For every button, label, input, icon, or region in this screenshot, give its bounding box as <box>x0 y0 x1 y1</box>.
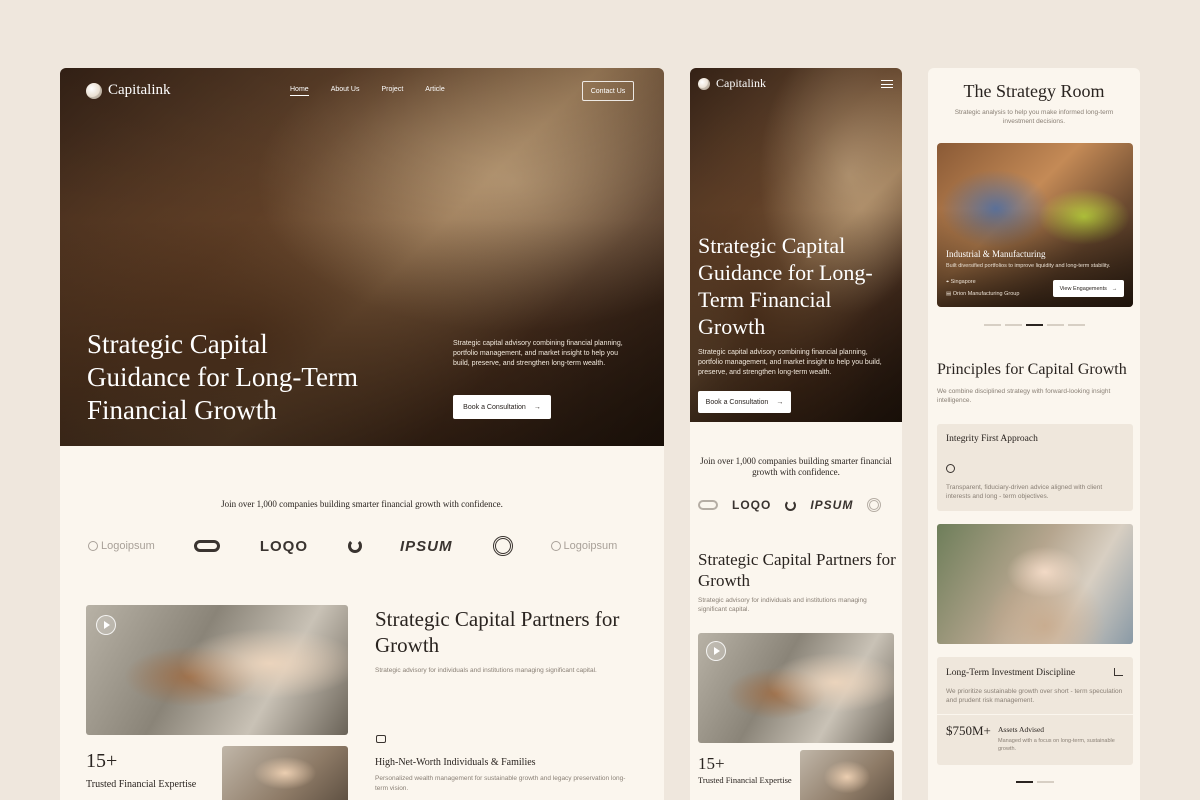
arrow-right-icon: → <box>776 398 784 406</box>
nav-item-project[interactable]: Project <box>381 86 403 96</box>
brand-name: Capitalink <box>716 76 766 90</box>
play-icon[interactable] <box>706 641 726 661</box>
button-label: Book a Consultation <box>463 403 526 411</box>
discipline-card-title: Long-Term Investment Discipline <box>946 668 1076 678</box>
stat-number: 15+ <box>698 754 725 773</box>
button-label: View Engagements <box>1059 285 1107 292</box>
stat-label: Trusted Financial Expertise <box>698 775 792 785</box>
client-logo-4 <box>785 499 797 511</box>
aum-title: Assets Advised <box>998 725 1045 734</box>
carousel-dot-active[interactable] <box>1026 324 1043 326</box>
partners-image <box>86 605 348 735</box>
client-logo-3: LOQO <box>259 537 308 555</box>
integrity-card-description: Transparent, fiduciary-driven advice ali… <box>946 484 1103 500</box>
discipline-card: Long-Term Investment Discipline We prior… <box>937 657 1133 765</box>
trust-text: Join over 1,000 companies building smart… <box>700 456 892 477</box>
client-logo-7: Logoipsum <box>550 540 617 552</box>
partners-subtitle: Strategic advisory for individuals and i… <box>698 597 867 613</box>
carousel-dot[interactable] <box>1068 324 1085 326</box>
top-nav: Capitalink Home About Us Project Article… <box>60 68 664 114</box>
brand-name: Capitalink <box>108 82 171 98</box>
carousel-dot[interactable] <box>1037 781 1054 783</box>
carousel-dot[interactable] <box>1005 324 1022 326</box>
advisor-image <box>800 750 894 800</box>
logo-icon <box>698 77 710 90</box>
client-logo-1: Logoipsum <box>88 540 155 552</box>
hero-description: Strategic capital advisory combining fin… <box>453 340 623 367</box>
partners-image <box>698 633 894 743</box>
client-logo-4 <box>348 539 362 553</box>
client-logos: Logoipsum LOQO IPSUM Logoipsum <box>88 534 664 558</box>
desktop-preview: Capitalink Home About Us Project Article… <box>60 68 664 800</box>
industry-card-client: ▤ Orion Manufacturing Group <box>946 291 1020 297</box>
aum-value: $750M+ <box>946 723 991 738</box>
advisor-image <box>222 746 348 800</box>
celebration-image <box>937 524 1133 644</box>
partners-subtitle: Strategic advisory for individuals and i… <box>375 667 597 674</box>
integrity-card-title: Integrity First Approach <box>946 434 1038 444</box>
tablet-preview: Capitalink Strategic Capital Guidance fo… <box>690 68 902 800</box>
feature-title: High-Net-Worth Individuals & Families <box>375 757 536 768</box>
discipline-card-description: We prioritize sustainable growth over sh… <box>946 688 1123 704</box>
client-logo-3: LOQO <box>732 498 772 512</box>
carousel-pagination <box>984 324 1085 326</box>
arrow-right-icon: → <box>533 403 541 411</box>
book-consultation-button[interactable]: Book a Consultation → <box>453 395 551 419</box>
industry-card-description: Built diversified portfolios to improve … <box>946 263 1111 269</box>
nav-menu: Home About Us Project Article <box>290 86 467 96</box>
nav-item-home[interactable]: Home <box>290 86 309 96</box>
divider <box>937 714 1133 715</box>
logo-circle-icon <box>88 541 98 551</box>
hero-description: Strategic capital advisory combining fin… <box>698 349 882 376</box>
principles-subtitle: We combine disciplined strategy with for… <box>937 388 1111 404</box>
menu-icon[interactable] <box>881 80 893 88</box>
hero-title: Strategic Capital Guidance for Long-Term… <box>87 329 359 425</box>
industry-card-location: ⌖ Singapore <box>946 279 976 285</box>
aum-description: Managed with a focus on long-term, susta… <box>998 738 1115 752</box>
nav-item-about[interactable]: About Us <box>331 86 360 96</box>
client-logo-6 <box>867 498 882 512</box>
logo-icon <box>86 82 102 99</box>
stat-label: Trusted Financial Expertise <box>86 779 197 790</box>
client-logo-2 <box>698 500 718 510</box>
client-logo-5: IPSUM <box>810 498 854 512</box>
partners-title: Strategic Capital Partners for Growth <box>375 607 620 657</box>
view-engagements-button[interactable]: View Engagements → <box>1053 280 1124 297</box>
building-icon: ▤ <box>946 291 953 297</box>
client-logo-5: IPSUM <box>400 537 453 555</box>
carousel-dot[interactable] <box>984 324 1001 326</box>
client-logo-2 <box>193 540 220 552</box>
strategy-room-subtitle: Strategic analysis to help you make info… <box>954 109 1114 125</box>
integrity-card: Integrity First Approach Transparent, fi… <box>937 424 1133 511</box>
hero-image: Capitalink Strategic Capital Guidance fo… <box>690 68 902 422</box>
trust-text: Join over 1,000 companies building smart… <box>221 499 503 509</box>
feature-description: Personalized wealth management for susta… <box>375 775 626 792</box>
strategy-room-title: The Strategy Room <box>963 81 1105 101</box>
industry-card[interactable]: Industrial & Manufacturing Built diversi… <box>937 143 1133 307</box>
logo-circle-icon <box>550 541 561 551</box>
contact-button[interactable]: Contact Us <box>582 81 634 101</box>
carousel-pagination <box>1016 781 1054 783</box>
hero-title: Strategic Capital Guidance for Long-Term… <box>698 233 873 339</box>
brand-logo[interactable]: Capitalink <box>86 82 171 99</box>
carousel-dot[interactable] <box>1047 324 1064 326</box>
arrow-right-icon: → <box>1111 285 1118 292</box>
brand-logo[interactable]: Capitalink <box>698 76 766 91</box>
carousel-dot-active[interactable] <box>1016 781 1033 783</box>
mobile-preview: The Strategy Room Strategic analysis to … <box>928 68 1140 800</box>
play-icon[interactable] <box>96 615 116 635</box>
wallet-icon <box>376 735 386 743</box>
partners-title: Strategic Capital Partners for Growth <box>698 550 896 590</box>
stat-number: 15+ <box>86 750 118 772</box>
chart-icon <box>1114 668 1123 676</box>
button-label: Book a Consultation <box>705 398 769 406</box>
principles-title: Principles for Capital Growth <box>937 361 1127 378</box>
client-logos: LOQO IPSUM <box>698 495 902 515</box>
nav-item-article[interactable]: Article <box>425 86 444 96</box>
hero-image: Capitalink Home About Us Project Article… <box>60 68 664 446</box>
book-consultation-button[interactable]: Book a Consultation → <box>698 391 791 413</box>
fingerprint-icon <box>946 464 955 473</box>
client-logo-6 <box>492 536 513 556</box>
industry-card-title: Industrial & Manufacturing <box>946 249 1046 259</box>
